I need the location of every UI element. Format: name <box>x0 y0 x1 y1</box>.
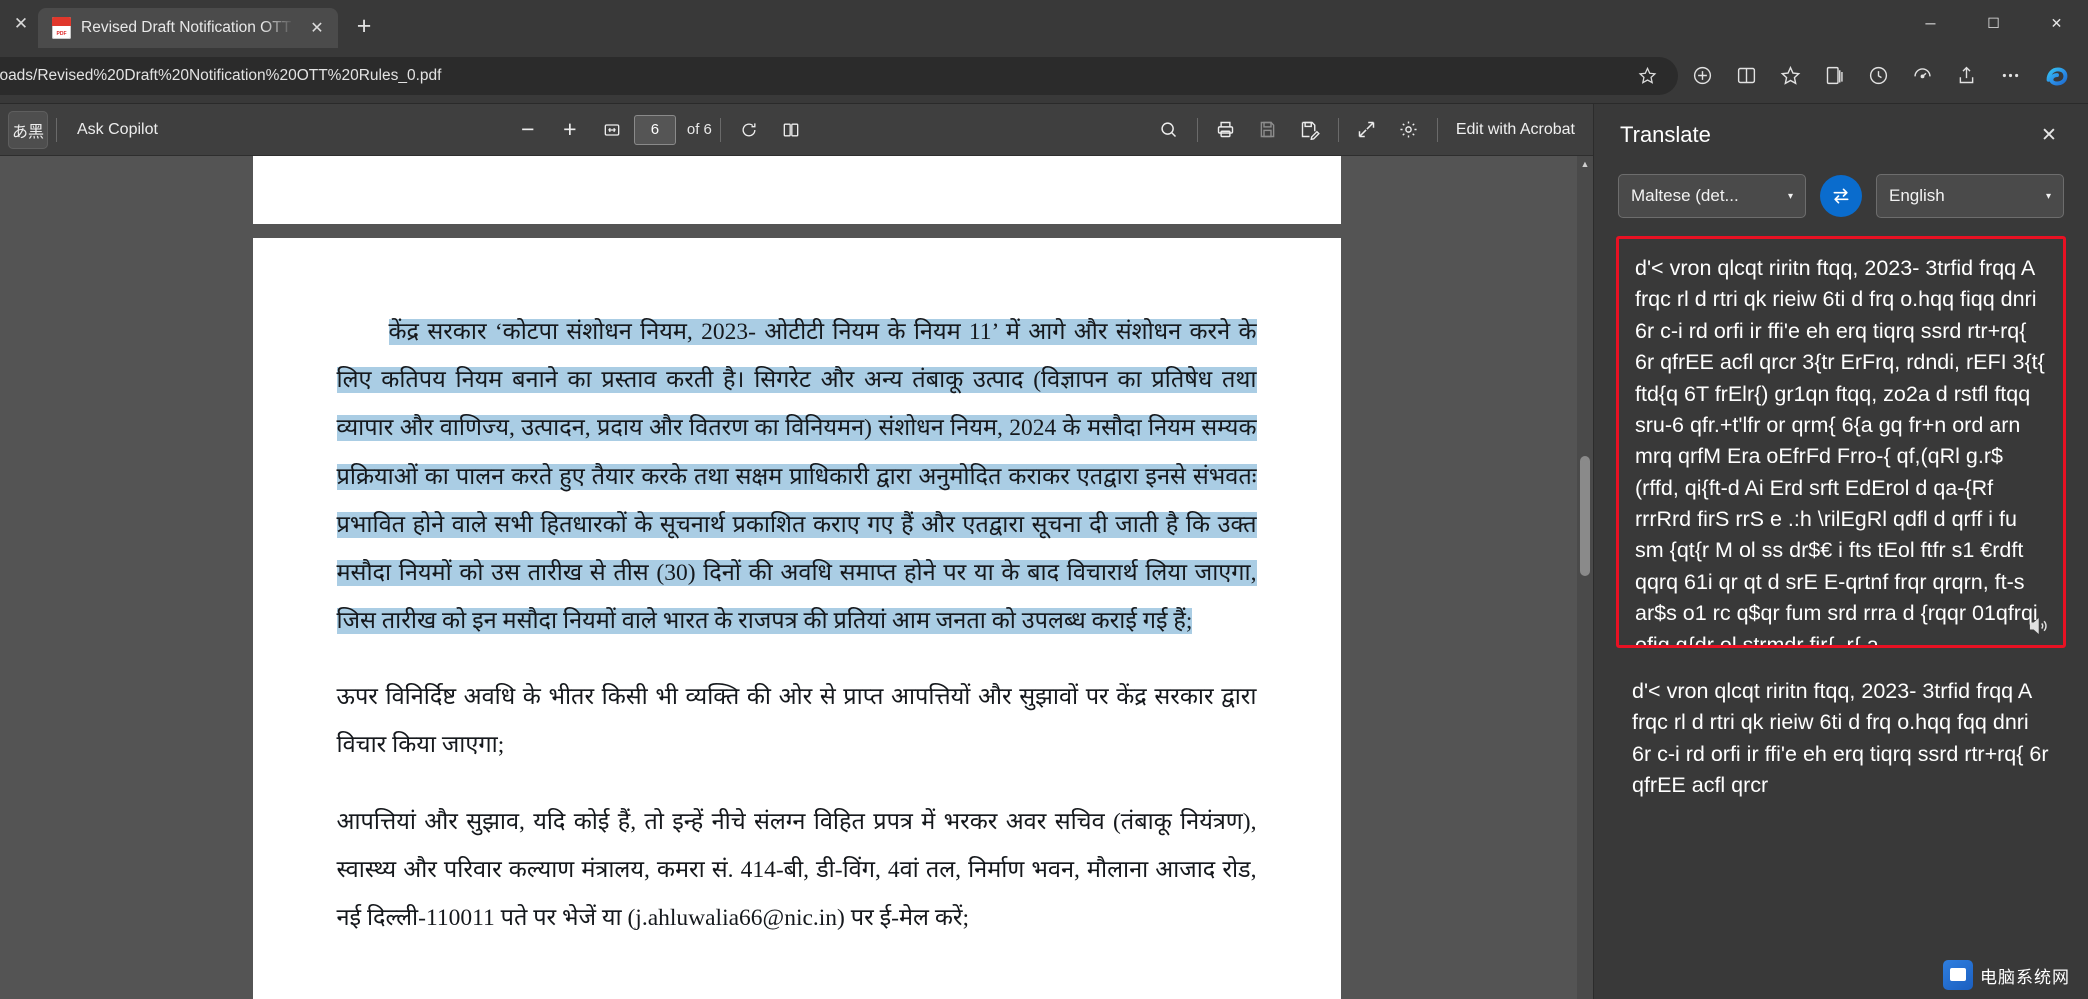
save-as-icon[interactable] <box>1290 111 1330 149</box>
source-language-label: Maltese (det... <box>1631 186 1739 206</box>
toolbar-divider-5 <box>1437 118 1438 142</box>
swap-languages-button[interactable] <box>1820 175 1862 217</box>
translated-text: d'< vron qlcqt riritn ftqq, 2023- 3trfid… <box>1632 676 2050 802</box>
pdf-scroll-area[interactable]: केंद्र सरकार ‘कोटपा संशोधन नियम, 2023- ओ… <box>0 156 1593 999</box>
history-icon[interactable] <box>1858 56 1898 96</box>
scroll-up-icon[interactable]: ▲ <box>1577 156 1593 172</box>
browser-address-bar: loads/Revised%20Draft%20Notification%20O… <box>0 48 2088 104</box>
translate-panel: Translate ✕ Maltese (det... ▾ English ▾ … <box>1593 104 2088 999</box>
read-aloud-icon[interactable]: あ黑 <box>8 111 48 149</box>
pdf-vertical-scrollbar[interactable]: ▲ <box>1577 156 1593 999</box>
maximize-button[interactable]: ☐ <box>1962 0 2025 46</box>
copilot-icon[interactable] <box>2036 55 2078 97</box>
expand-icon[interactable] <box>1347 111 1387 149</box>
collections-icon[interactable] <box>1814 56 1854 96</box>
minimize-button[interactable]: ─ <box>1899 0 1962 46</box>
source-text-box[interactable]: d'< vron qlcqt riritn ftqq, 2023- 3trfid… <box>1616 236 2066 648</box>
close-window-button[interactable]: ✕ <box>2025 0 2088 46</box>
zoom-out-button[interactable]: − <box>508 111 548 149</box>
pdf-file-icon <box>52 17 71 39</box>
toolbar-divider-4 <box>1338 118 1339 142</box>
save-icon[interactable] <box>1248 111 1288 149</box>
share-icon[interactable] <box>1946 56 1986 96</box>
scrollbar-thumb[interactable] <box>1580 456 1590 576</box>
speaker-icon[interactable] <box>2025 615 2051 637</box>
zoom-in-button[interactable]: + <box>550 111 590 149</box>
page-layout-icon[interactable] <box>771 111 811 149</box>
settings-more-icon[interactable] <box>1990 56 2030 96</box>
chevron-down-icon: ▾ <box>2038 191 2051 202</box>
tab-strip-close-icon[interactable]: ✕ <box>4 0 38 48</box>
tab-strip: ✕ Revised Draft Notification OTT Ru ✕ + <box>0 0 384 48</box>
panel-title: Translate <box>1620 122 2032 148</box>
source-language-select[interactable]: Maltese (det... ▾ <box>1618 174 1806 218</box>
page-total-label: of 6 <box>687 121 712 138</box>
translated-text-box[interactable]: d'< vron qlcqt riritn ftqq, 2023- 3trfid… <box>1616 662 2066 999</box>
language-selector-row: Maltese (det... ▾ English ▾ <box>1594 166 2088 232</box>
browser-essentials-icon[interactable] <box>1682 56 1722 96</box>
ask-copilot-button[interactable]: Ask Copilot <box>65 121 170 139</box>
target-language-label: English <box>1889 186 1945 206</box>
toolbar-divider <box>56 118 57 142</box>
window-controls: ─ ☐ ✕ <box>1899 0 2088 46</box>
search-icon[interactable] <box>1149 111 1189 149</box>
print-icon[interactable] <box>1206 111 1246 149</box>
close-icon[interactable]: ✕ <box>2032 118 2066 152</box>
pdf-viewer: あ黑 Ask Copilot − + 6 of 6 <box>0 104 1593 999</box>
document-paragraph-3: आपत्तियां और सुझाव, यदि कोई हैं, तो इन्ह… <box>337 798 1257 943</box>
main-content: あ黑 Ask Copilot − + 6 of 6 <box>0 104 2088 999</box>
favorites-icon[interactable] <box>1770 56 1810 96</box>
highlighted-selection: केंद्र सरकार ‘कोटपा संशोधन नियम, 2023- ओ… <box>337 319 1257 634</box>
address-field[interactable]: loads/Revised%20Draft%20Notification%20O… <box>0 57 1678 95</box>
new-tab-button[interactable]: + <box>344 6 384 46</box>
fit-page-icon[interactable] <box>592 111 632 149</box>
browser-title-bar: ✕ Revised Draft Notification OTT Ru ✕ + … <box>0 0 2088 48</box>
target-language-select[interactable]: English ▾ <box>1876 174 2064 218</box>
url-text[interactable]: loads/Revised%20Draft%20Notification%20O… <box>0 67 1630 85</box>
pdf-page: केंद्र सरकार ‘कोटपा संशोधन नियम, 2023- ओ… <box>253 238 1341 999</box>
pdf-previous-page-bottom <box>253 156 1341 224</box>
browser-tab[interactable]: Revised Draft Notification OTT Ru ✕ <box>38 8 338 48</box>
star-icon[interactable] <box>1630 59 1664 93</box>
rotate-icon[interactable] <box>729 111 769 149</box>
page-number-input[interactable]: 6 <box>634 115 676 145</box>
edit-with-acrobat-button[interactable]: Edit with Acrobat <box>1446 121 1585 139</box>
split-screen-icon[interactable] <box>1726 56 1766 96</box>
pdf-toolbar: あ黑 Ask Copilot − + 6 of 6 <box>0 104 1593 156</box>
close-icon[interactable]: ✕ <box>304 15 330 41</box>
browser-performance-icon[interactable] <box>1902 56 1942 96</box>
document-paragraph-1: केंद्र सरकार ‘कोटपा संशोधन नियम, 2023- ओ… <box>337 308 1257 645</box>
translate-panel-header: Translate ✕ <box>1594 104 2088 166</box>
chevron-down-icon: ▾ <box>1780 191 1793 202</box>
toolbar-divider-3 <box>1197 118 1198 142</box>
tab-title: Revised Draft Notification OTT Ru <box>81 19 294 37</box>
document-paragraph-2: ऊपर विनिर्दिष्ट अवधि के भीतर किसी भी व्य… <box>337 673 1257 769</box>
toolbar-divider-2 <box>720 118 721 142</box>
source-text: d'< vron qlcqt riritn ftqq, 2023- 3trfid… <box>1635 253 2047 648</box>
gear-icon[interactable] <box>1389 111 1429 149</box>
watermark-logo-icon <box>1943 960 1973 990</box>
watermark: 电脑系统网 <box>1935 957 2078 993</box>
watermark-text: 电脑系统网 <box>1980 963 2070 988</box>
